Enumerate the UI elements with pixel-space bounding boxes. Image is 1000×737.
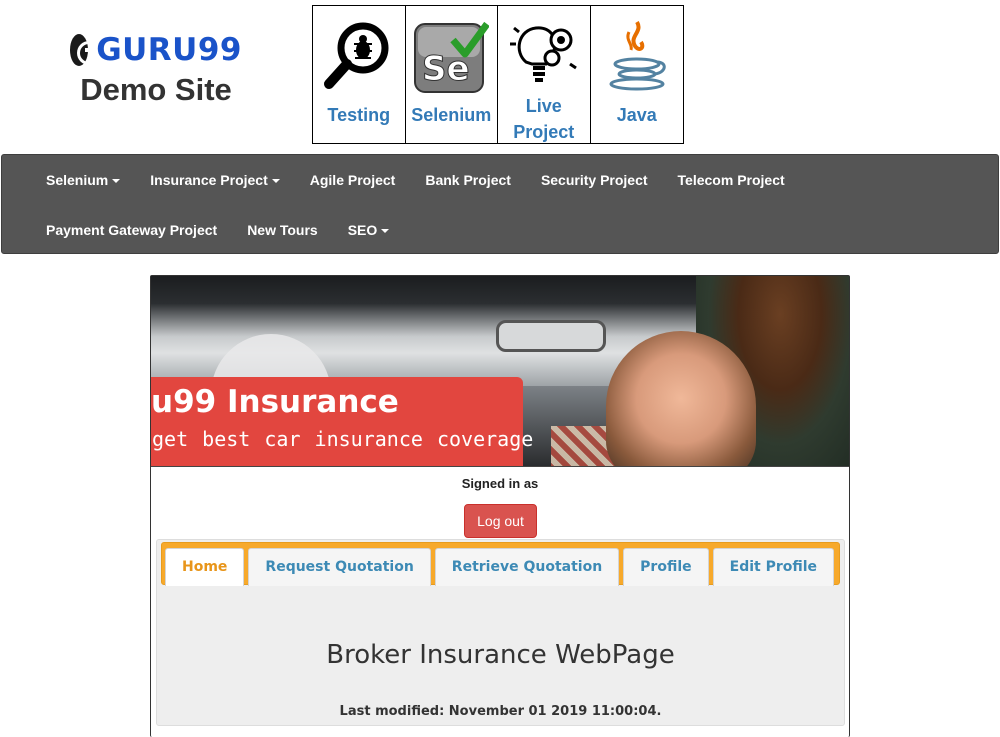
guru99-logo-icon xyxy=(70,34,102,66)
nav-item-label: SEO xyxy=(347,222,378,238)
nav-item-label: New Tours xyxy=(247,222,318,238)
tab-profile[interactable]: Profile xyxy=(623,548,709,586)
course-links: Testing Se Selenium Live Project Java xyxy=(312,5,684,144)
course-label: Selenium xyxy=(411,105,492,125)
nav-item-new-tours[interactable]: New Tours xyxy=(232,205,333,255)
tab-list: Home Request Quotation Retrieve Quotation P… xyxy=(165,548,835,586)
nav-item-label: Bank Project xyxy=(425,172,511,188)
insurance-app-container: u99 Insurance get best car insurance cov… xyxy=(150,275,850,737)
caret-down-icon xyxy=(271,179,280,184)
course-link-selenium[interactable]: Se Selenium xyxy=(406,6,498,143)
course-link-java[interactable]: Java xyxy=(591,6,684,143)
caret-down-icon xyxy=(112,179,121,184)
brand-name: GURU99 xyxy=(96,32,242,68)
last-modified: Last modified: November 01 2019 11:00:04… xyxy=(339,704,662,719)
nav-item-seo[interactable]: SEO xyxy=(333,205,405,255)
main-navbar: Selenium Insurance Project Agile Project Ba… xyxy=(1,154,999,254)
nav-item-label: Security Project xyxy=(540,172,648,188)
signed-in-label: Signed in as xyxy=(461,476,539,491)
nav-item-telecom-project[interactable]: Telecom Project xyxy=(663,155,800,205)
insurance-banner: u99 Insurance get best car insurance cov… xyxy=(151,276,849,467)
course-label: Live Project xyxy=(513,96,575,142)
tab-edit-profile[interactable]: Edit Profile xyxy=(712,548,835,586)
banner-subtitle: get best car insurance coverage xyxy=(152,427,534,451)
tab-retrieve-quotation[interactable]: Retrieve Quotation xyxy=(434,548,620,586)
selenium-logo-icon: Se xyxy=(413,18,490,94)
site-logo[interactable]: GURU99 Demo Site xyxy=(70,32,242,108)
nav-item-security-project[interactable]: Security Project xyxy=(526,155,663,205)
nav-item-label: Telecom Project xyxy=(677,172,785,188)
nav-item-payment-gateway-project[interactable]: Payment Gateway Project xyxy=(2,205,232,255)
caret-down-icon xyxy=(381,229,390,234)
lightbulb-gears-icon xyxy=(506,18,582,94)
nav-item-selenium[interactable]: Selenium xyxy=(2,155,135,205)
banner-photo-mirror xyxy=(496,320,606,352)
nav-item-bank-project[interactable]: Bank Project xyxy=(410,155,526,205)
site-subtitle: Demo Site xyxy=(80,72,232,107)
course-link-live-project[interactable]: Live Project xyxy=(498,6,591,143)
nav-item-label: Insurance Project xyxy=(150,172,268,188)
nav-row-primary: Selenium Insurance Project Agile Project Ba… xyxy=(2,155,800,205)
course-label: Testing xyxy=(327,105,391,125)
page-title: Broker Insurance WebPage xyxy=(326,640,675,670)
tab-bar: Home Request Quotation Retrieve Quotation P… xyxy=(161,542,840,586)
content-panel: Home Request Quotation Retrieve Quotation P… xyxy=(156,539,845,726)
nav-item-agile-project[interactable]: Agile Project xyxy=(295,155,411,205)
nav-item-label: Agile Project xyxy=(309,172,396,188)
banner-title: u99 Insurance xyxy=(151,384,399,420)
course-link-testing[interactable]: Testing xyxy=(313,6,406,143)
nav-item-label: Selenium xyxy=(46,172,109,188)
nav-row-secondary: Payment Gateway Project New Tours SEO xyxy=(2,205,404,255)
nav-item-insurance-project[interactable]: Insurance Project xyxy=(135,155,295,205)
tab-home[interactable]: Home xyxy=(165,548,245,586)
java-logo-icon xyxy=(599,18,675,94)
tab-request-quotation[interactable]: Request Quotation xyxy=(248,548,431,586)
logout-button[interactable]: Log out xyxy=(464,504,537,538)
course-label: Java xyxy=(616,105,657,125)
magnifier-bug-icon xyxy=(321,18,397,94)
nav-item-label: Payment Gateway Project xyxy=(46,222,218,238)
